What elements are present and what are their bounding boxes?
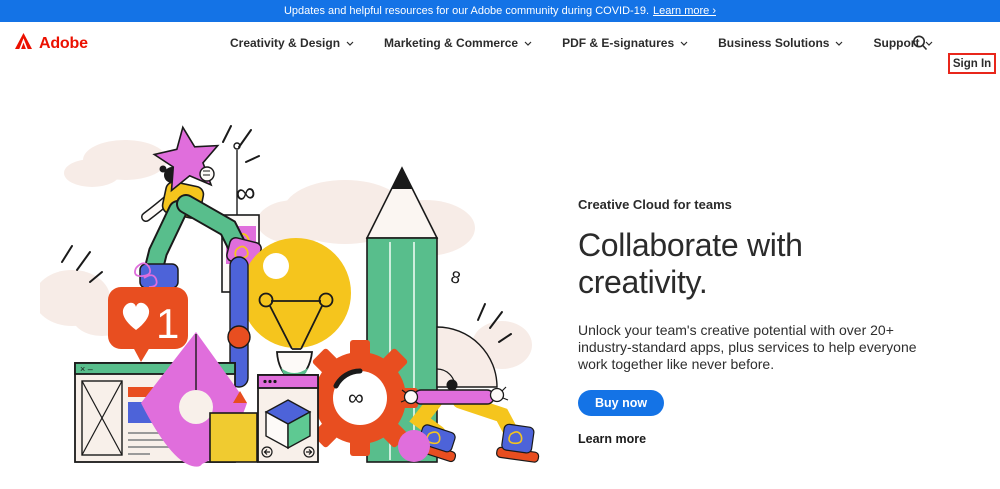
figure-head: [447, 380, 458, 391]
hero-copy: Creative Cloud for teams Collaborate wit…: [578, 197, 923, 446]
figure-hand-left: [405, 391, 418, 404]
hero-title: Collaborate with creativity.: [578, 227, 923, 301]
banner-learn-more-link[interactable]: Learn more ›: [653, 5, 716, 17]
adobe-logo-icon: [15, 33, 32, 54]
infinity-glyph: ∞: [233, 176, 257, 209]
svg-text:∞: ∞: [348, 385, 364, 410]
main-nav: Adobe Creativity & Design Marketing & Co…: [0, 22, 1000, 64]
adobe-logo-text: Adobe: [39, 35, 88, 53]
banner-text: Updates and helpful resources for our Ad…: [284, 5, 649, 17]
yellow-square: [210, 413, 257, 462]
pink-circle: [398, 430, 430, 462]
nav-item-creativity-design[interactable]: Creativity & Design: [230, 36, 354, 50]
eight-glyph: 8: [449, 267, 462, 288]
nav-menu: Creativity & Design Marketing & Commerce…: [230, 22, 933, 64]
chevron-down-icon: [524, 41, 532, 46]
figure-hand-right: [491, 389, 504, 402]
covid-banner: Updates and helpful resources for our Ad…: [0, 0, 1000, 22]
chevron-down-icon: [835, 41, 843, 46]
chevron-down-icon: [346, 41, 354, 46]
chevron-down-icon: [680, 41, 688, 46]
cube-app-window: [258, 375, 318, 462]
window-controls: × –: [80, 364, 93, 374]
adobe-logo[interactable]: Adobe: [15, 33, 88, 54]
search-icon[interactable]: [910, 33, 930, 53]
climber-left-shoe: [135, 263, 178, 288]
buy-now-button[interactable]: Buy now: [578, 390, 664, 416]
nav-item-business-solutions[interactable]: Business Solutions: [718, 36, 843, 50]
like-count: 1: [156, 300, 179, 347]
figure-right-leg: [460, 401, 510, 430]
hero-eyebrow: Creative Cloud for teams: [578, 197, 923, 212]
climber-hand: [200, 167, 214, 181]
sign-in-button[interactable]: Sign In: [948, 53, 996, 74]
figure-torso: [414, 390, 494, 404]
adobe-homepage: Updates and helpful resources for our Ad…: [0, 0, 1000, 489]
hero-illustration: ∞ 8: [40, 100, 560, 480]
like-badge: 1: [108, 287, 188, 362]
nav-item-marketing-commerce[interactable]: Marketing & Commerce: [384, 36, 532, 50]
star-head: [151, 123, 223, 192]
hero-body: Unlock your team's creative potential wi…: [578, 322, 918, 373]
hero-learn-more-link[interactable]: Learn more: [578, 432, 646, 446]
nav-item-pdf-esignatures[interactable]: PDF & E-signatures: [562, 36, 688, 50]
